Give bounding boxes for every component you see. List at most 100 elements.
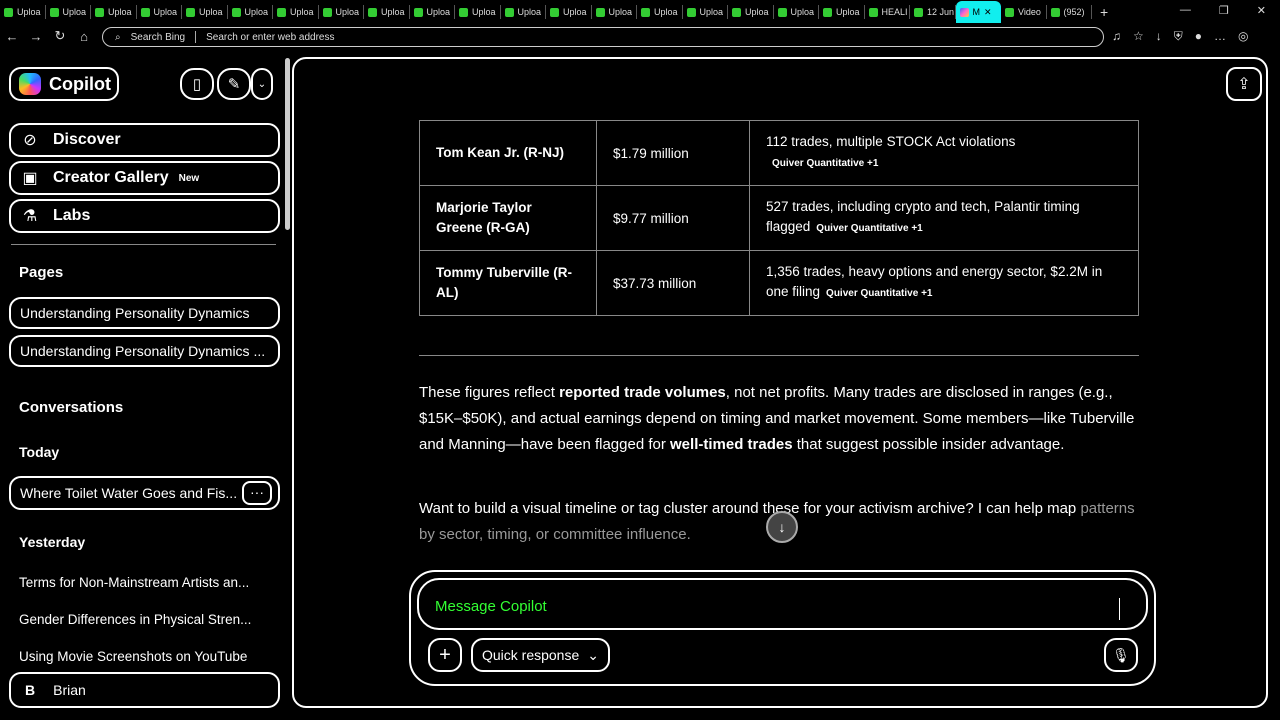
new-chat-menu-button[interactable]: ⌄ bbox=[251, 68, 273, 100]
tab-title: Uploa bbox=[517, 7, 542, 17]
copilot-icon[interactable]: ◎ bbox=[1238, 29, 1248, 44]
browser-tab[interactable]: Uploa bbox=[91, 5, 137, 19]
browser-tab[interactable]: Uploa bbox=[46, 5, 91, 19]
profile-avatar[interactable]: ● bbox=[1195, 29, 1202, 44]
refresh-button[interactable]: ↻ bbox=[48, 28, 72, 44]
divider bbox=[11, 244, 276, 245]
browser-tab[interactable]: Uploa bbox=[410, 5, 455, 19]
table-row: Tommy Tuberville (R-AL) $37.73 million 1,3… bbox=[419, 250, 1139, 316]
browser-tab[interactable]: Uploa bbox=[819, 5, 865, 19]
chevron-down-icon: ⌄ bbox=[587, 646, 599, 663]
browser-tab[interactable]: Uploa bbox=[683, 5, 728, 19]
favorites-icon[interactable]: ☆ bbox=[1133, 29, 1144, 44]
browser-tab[interactable]: Uploa bbox=[592, 5, 637, 19]
browser-tab[interactable]: Uploa bbox=[273, 5, 319, 19]
browser-tab[interactable]: M ✕ bbox=[955, 1, 1001, 23]
search-engine-label: Search Bing bbox=[130, 31, 186, 43]
tab-title: Video bbox=[1018, 7, 1041, 17]
scroll-down-button[interactable]: ↓ bbox=[766, 511, 798, 543]
window-controls: — ❐ ✕ bbox=[1166, 0, 1280, 21]
shield-icon[interactable]: ⛨ bbox=[1174, 29, 1183, 44]
nav-bar: ← → ↻ ⌂ ⌕ Search Bing Search or enter we… bbox=[0, 24, 1280, 48]
search-icon: ⌕ bbox=[115, 31, 121, 43]
tab-favicon-icon bbox=[4, 7, 13, 17]
new-chat-button[interactable]: ✎ bbox=[217, 68, 251, 100]
copilot-home-button[interactable]: Copilot bbox=[9, 67, 119, 101]
tab-favicon-icon bbox=[322, 7, 332, 17]
user-name: Brian bbox=[53, 682, 86, 698]
share-button[interactable]: ⇪ bbox=[1226, 67, 1262, 101]
user-profile-button[interactable]: B Brian bbox=[9, 672, 280, 708]
nav-label: Labs bbox=[53, 207, 91, 224]
read-aloud-icon[interactable]: ♫ bbox=[1112, 29, 1121, 44]
source-citation[interactable]: Quiver Quantitative +1 bbox=[816, 223, 922, 234]
page-item[interactable]: Understanding Personality Dynamics bbox=[9, 297, 280, 329]
tab-title: 12 Jun bbox=[927, 7, 955, 17]
microphone-icon: 🎙 bbox=[1112, 646, 1130, 663]
conversation-item[interactable]: Gender Differences in Physical Stren... bbox=[19, 612, 269, 627]
trade-volume: $37.73 million bbox=[596, 250, 750, 316]
browser-tab[interactable]: Uploa bbox=[364, 5, 410, 19]
browser-tab[interactable]: 12 Jun bbox=[910, 5, 956, 19]
conversation-item-active[interactable]: Where Toilet Water Goes and Fis... ··· bbox=[9, 476, 280, 510]
tab-favicon-icon bbox=[95, 7, 104, 17]
yesterday-heading: Yesterday bbox=[19, 534, 86, 550]
new-tab-button[interactable]: + bbox=[1092, 4, 1116, 20]
back-button[interactable]: ← bbox=[0, 29, 24, 44]
tab-title: Uploa bbox=[335, 7, 360, 17]
member-name: Tom Kean Jr. (R-NJ) bbox=[419, 120, 597, 186]
browser-tab[interactable]: Uploa bbox=[546, 5, 592, 19]
more-icon[interactable]: … bbox=[1214, 29, 1226, 44]
tab-favicon-icon bbox=[595, 7, 605, 17]
source-citation[interactable]: Quiver Quantitative +1 bbox=[772, 158, 878, 169]
tab-title: Uploa bbox=[790, 7, 815, 17]
conversation-item[interactable]: Terms for Non-Mainstream Artists an... bbox=[19, 575, 269, 590]
sidebar-item-creator-gallery[interactable]: ▣ Creator Gallery New bbox=[9, 161, 280, 195]
address-input[interactable]: Search or enter web address bbox=[206, 32, 334, 43]
source-citation[interactable]: Quiver Quantitative +1 bbox=[826, 288, 932, 299]
toggle-sidebar-button[interactable]: ▯ bbox=[180, 68, 214, 100]
browser-tab[interactable]: Video bbox=[1001, 5, 1047, 19]
sidebar-scrollbar[interactable] bbox=[285, 58, 290, 230]
browser-tab[interactable]: Uploa bbox=[182, 5, 228, 19]
browser-tab[interactable]: (952) bbox=[1047, 5, 1092, 19]
tab-title: Uploa bbox=[563, 7, 587, 17]
browser-tab[interactable]: Uploa bbox=[0, 5, 46, 19]
browser-tab[interactable]: Uploa bbox=[319, 5, 364, 19]
response-mode-dropdown[interactable]: Quick response ⌄ bbox=[471, 638, 610, 672]
trade-notes: 1,356 trades, heavy options and energy s… bbox=[749, 250, 1139, 316]
browser-tab[interactable]: HEALI bbox=[865, 5, 910, 19]
browser-tab[interactable]: Uploa bbox=[501, 5, 546, 19]
browser-tab[interactable]: Uploa bbox=[637, 5, 683, 19]
browser-tab[interactable]: Uploa bbox=[228, 5, 273, 19]
browser-tab[interactable]: Uploa bbox=[455, 5, 501, 19]
tab-title: Uploa bbox=[62, 7, 87, 17]
browser-tab[interactable]: Uploa bbox=[137, 5, 182, 19]
voice-button[interactable]: 🎙 bbox=[1104, 638, 1138, 672]
downloads-icon[interactable]: ↓ bbox=[1156, 29, 1162, 44]
minimize-button[interactable]: — bbox=[1180, 4, 1191, 17]
sidebar-item-discover[interactable]: ⊘ Discover bbox=[9, 123, 280, 157]
page-item[interactable]: Understanding Personality Dynamics ... bbox=[9, 335, 280, 367]
conversation-item[interactable]: Using Movie Screenshots on YouTube bbox=[19, 649, 269, 664]
message-input[interactable]: Message Copilot bbox=[417, 578, 1148, 630]
close-window-button[interactable]: ✕ bbox=[1257, 4, 1266, 17]
tab-title: M bbox=[972, 7, 981, 17]
tab-title: Uploa bbox=[199, 7, 223, 17]
forward-button[interactable]: → bbox=[24, 29, 48, 44]
browser-tab[interactable]: Uploa bbox=[774, 5, 819, 19]
add-attachment-button[interactable]: + bbox=[428, 638, 462, 672]
sidebar-item-labs[interactable]: ⚗ Labs bbox=[9, 199, 280, 233]
restore-button[interactable]: ❐ bbox=[1219, 4, 1229, 17]
browser-tab[interactable]: Uploa bbox=[728, 5, 774, 19]
conversations-heading: Conversations bbox=[19, 399, 124, 416]
table-row: Marjorie Taylor Greene (R-GA) $9.77 milli… bbox=[419, 185, 1139, 251]
close-tab-icon[interactable]: ✕ bbox=[984, 7, 992, 18]
tab-favicon-icon bbox=[732, 7, 741, 17]
brand-label: Copilot bbox=[49, 73, 111, 94]
home-button[interactable]: ⌂ bbox=[72, 29, 96, 44]
address-bar[interactable]: ⌕ Search Bing Search or enter web addres… bbox=[102, 27, 1104, 47]
gallery-icon: ▣ bbox=[22, 170, 38, 187]
more-options-button[interactable]: ··· bbox=[242, 481, 272, 505]
tab-title: Uploa bbox=[608, 7, 633, 17]
